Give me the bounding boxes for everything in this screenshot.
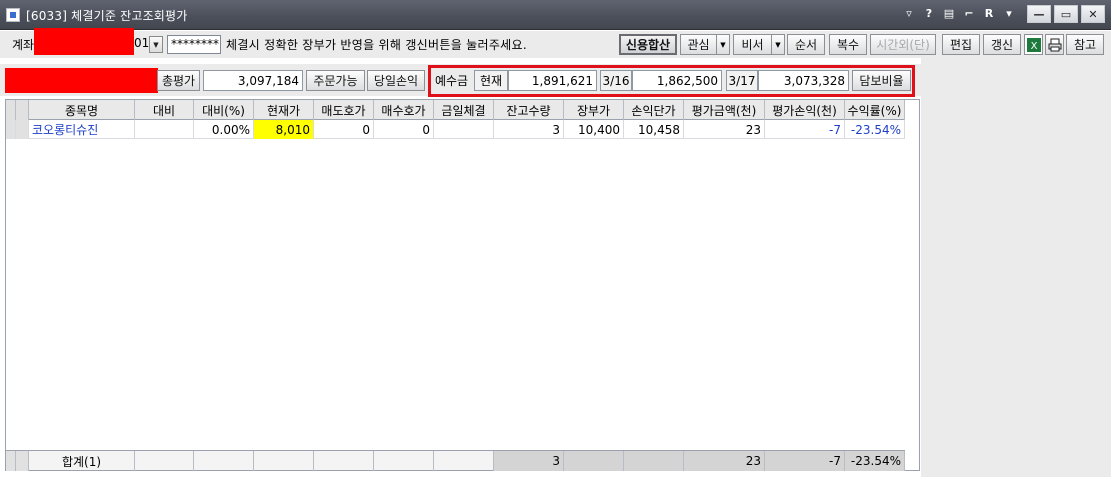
total-ask: [314, 451, 374, 471]
total-eval-pnl: -7: [765, 451, 845, 471]
col-header-price[interactable]: 현재가: [254, 100, 314, 120]
title-bar: [6033] 체결기준 잔고조회평가 ▿ ? ▤ ⌐ R ▾ — ▭ ✕: [0, 0, 1111, 30]
pin-icon[interactable]: ▿: [903, 7, 915, 20]
col-header-book-price[interactable]: 장부가: [564, 100, 624, 120]
account-dropdown-icon[interactable]: ▼: [149, 36, 163, 53]
col-header-name[interactable]: 종목명: [29, 100, 135, 120]
header-stub: [6, 100, 16, 120]
cell-name[interactable]: 코오롱티슈진: [29, 120, 135, 139]
ratio-dropdown-icon[interactable]: ▼: [771, 34, 785, 55]
window-title: [6033] 체결기준 잔고조회평가: [26, 9, 188, 23]
reference-button[interactable]: 참고: [1066, 34, 1104, 55]
svg-text:X: X: [1030, 41, 1037, 52]
cell-pnl-price: 10,458: [624, 120, 684, 139]
password-field[interactable]: ********: [167, 35, 221, 54]
table-header: 종목명 대비 대비(%) 현재가 매도호가 매수호가 금일체결 잔고수량 장부가…: [6, 100, 905, 120]
edit-button[interactable]: 편집: [942, 34, 980, 55]
app-icon: [6, 8, 20, 22]
maximize-button[interactable]: ▭: [1054, 5, 1078, 23]
deposit-highlight-frame: [428, 65, 915, 97]
col-header-change-pct[interactable]: 대비(%): [194, 100, 254, 120]
menu-icon[interactable]: ▾: [1003, 7, 1015, 20]
minimize-button[interactable]: —: [1027, 5, 1051, 23]
total-eval-button[interactable]: 총평가: [157, 70, 200, 91]
total-book-price: [564, 451, 624, 471]
orderable-button[interactable]: 주문가능: [306, 70, 365, 91]
cell-change: [135, 120, 194, 139]
col-header-bid[interactable]: 매수호가: [374, 100, 434, 120]
table-row[interactable]: 코오롱티슈진 0.00% 8,010 0 0 3 10,400 10,458 2…: [6, 120, 905, 139]
order-button[interactable]: 순서: [787, 34, 825, 55]
header-stub2: [16, 100, 29, 120]
interest-button[interactable]: 관심: [680, 34, 716, 55]
total-qty: 3: [494, 451, 564, 471]
interest-dropdown-icon[interactable]: ▼: [716, 34, 730, 55]
row-stub2: [16, 120, 29, 139]
daily-pnl-button[interactable]: 당일손익: [367, 70, 425, 91]
refresh-button[interactable]: 갱신: [983, 34, 1021, 55]
total-pnl-price: [624, 451, 684, 471]
account-label: 계좌: [12, 38, 35, 52]
total-eval-value: 3,097,184: [203, 70, 303, 91]
col-header-change[interactable]: 대비: [135, 100, 194, 120]
after-hours-button[interactable]: 시간외(단): [870, 34, 936, 55]
refresh-notice: 체결시 정확한 장부가 반영을 위해 갱신버튼을 눌러주세요.: [226, 38, 527, 52]
total-eval-amt: 23: [684, 451, 765, 471]
cell-qty: 3: [494, 120, 564, 139]
redacted-account: [34, 28, 134, 55]
total-today-exec: [434, 451, 494, 471]
multiple-button[interactable]: 복수: [829, 34, 867, 55]
total-stub2: [16, 451, 29, 471]
cell-today-exec: [434, 120, 494, 139]
cell-price: 8,010: [254, 120, 314, 139]
title-icons: ▿ ? ▤ ⌐ R ▾: [903, 7, 1015, 20]
cell-eval-pnl: -7: [765, 120, 845, 139]
total-change: [135, 451, 194, 471]
holdings-table[interactable]: 종목명 대비 대비(%) 현재가 매도호가 매수호가 금일체결 잔고수량 장부가…: [5, 99, 920, 471]
row-stub: [6, 120, 16, 139]
total-return: -23.54%: [845, 451, 905, 471]
total-price: [254, 451, 314, 471]
excel-icon[interactable]: X: [1024, 34, 1043, 55]
total-stub: [6, 451, 16, 471]
total-label: 합계(1): [29, 451, 135, 471]
cell-ask: 0: [314, 120, 374, 139]
col-header-ask[interactable]: 매도호가: [314, 100, 374, 120]
cell-return: -23.54%: [845, 120, 905, 139]
redacted-name: [5, 68, 158, 93]
total-bid: [374, 451, 434, 471]
cell-change-pct: 0.00%: [194, 120, 254, 139]
credit-sum-button[interactable]: 신용합산: [619, 34, 677, 55]
help-icon[interactable]: ?: [923, 7, 935, 20]
col-header-pnl-price[interactable]: 손익단가: [624, 100, 684, 120]
pin2-icon[interactable]: ⌐: [963, 7, 975, 20]
col-header-eval-pnl[interactable]: 평가손익(천): [765, 100, 845, 120]
col-header-today-exec[interactable]: 금일체결: [434, 100, 494, 120]
account-suffix: 01: [134, 36, 150, 50]
cell-book-price: 10,400: [564, 120, 624, 139]
ratio-button[interactable]: 비서: [733, 34, 771, 55]
col-header-eval-amt[interactable]: 평가금액(천): [684, 100, 765, 120]
r-icon[interactable]: R: [983, 7, 995, 20]
right-panel: [921, 58, 1111, 477]
cell-eval-amt: 23: [684, 120, 765, 139]
print-icon[interactable]: [1045, 34, 1064, 55]
close-button[interactable]: ✕: [1081, 5, 1105, 23]
toolbar-row: 계좌 01 ▼ ******** 체결시 정확한 장부가 반영을 위해 갱신버튼…: [0, 28, 1111, 58]
restore-icon[interactable]: ▤: [943, 7, 955, 20]
col-header-qty[interactable]: 잔고수량: [494, 100, 564, 120]
col-header-return[interactable]: 수익률(%): [845, 100, 905, 120]
total-row: 합계(1) 3 23 -7 -23.54%: [6, 450, 905, 471]
cell-bid: 0: [374, 120, 434, 139]
total-change-pct: [194, 451, 254, 471]
